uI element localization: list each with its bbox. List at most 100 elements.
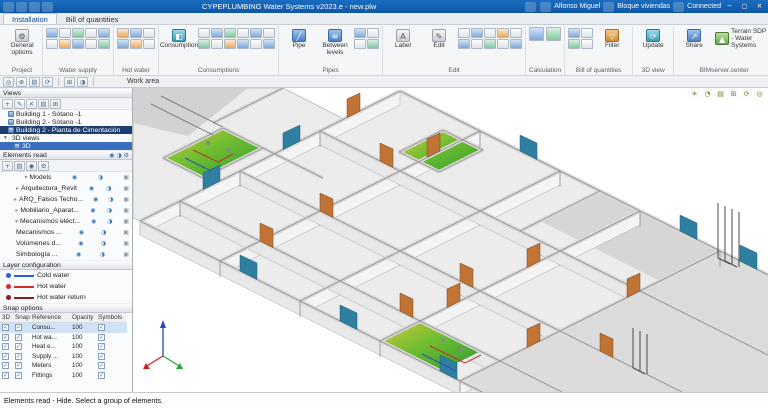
tool-icon[interactable] xyxy=(484,39,496,49)
tool-icon[interactable] xyxy=(250,28,262,38)
half-visibility-icon[interactable]: ◑ xyxy=(107,207,112,214)
tool-icon[interactable] xyxy=(98,28,110,38)
tool-icon[interactable] xyxy=(484,28,496,38)
consumption-button[interactable]: ◧ Consumption xyxy=(160,27,198,52)
checkbox-checked[interactable]: ✓ xyxy=(2,371,9,379)
tool-icon[interactable] xyxy=(354,28,366,38)
snap-snap-checkbox[interactable]: ✓ xyxy=(13,361,30,371)
project-name[interactable]: Bloque viviendas xyxy=(617,3,670,10)
chevron-right-icon[interactable]: ▸ xyxy=(15,207,18,214)
snap-snap-checkbox[interactable]: ✓ xyxy=(13,333,30,343)
snap-opacity[interactable]: 100 xyxy=(70,352,96,362)
save-icon[interactable] xyxy=(29,1,40,12)
project-icon[interactable] xyxy=(603,1,615,12)
view-item[interactable]: Building 2 - Sótano -1 xyxy=(0,118,132,126)
snap-3d-checkbox[interactable]: ✓ xyxy=(0,371,13,381)
tool-icon[interactable] xyxy=(510,39,522,49)
snap-snap-checkbox[interactable]: ✓ xyxy=(13,323,30,333)
snap-symbols-checkbox[interactable]: ✓ xyxy=(96,323,127,333)
refresh-icon[interactable]: ⟳ xyxy=(741,89,752,99)
checkbox-checked[interactable]: ✓ xyxy=(15,343,22,351)
checkbox-checked[interactable]: ✓ xyxy=(98,324,105,332)
tool-icon[interactable] xyxy=(497,28,509,38)
eye-icon[interactable]: ◉ xyxy=(109,152,114,159)
eye-icon[interactable]: ◉ xyxy=(93,196,98,203)
lock-icon[interactable]: ▣ xyxy=(123,207,129,214)
snap-symbols-checkbox[interactable]: ✓ xyxy=(96,342,127,352)
checkbox-checked[interactable]: ✓ xyxy=(98,371,105,379)
tool-icon[interactable] xyxy=(143,28,155,38)
tool-icon[interactable] xyxy=(211,39,223,49)
lock-icon[interactable]: ▣ xyxy=(123,229,129,236)
half-visibility-icon[interactable]: ◑ xyxy=(101,240,106,247)
tool-icon[interactable] xyxy=(85,39,97,49)
element-subitem[interactable]: Simbología ... ◉ ◑ ▣ xyxy=(0,249,132,260)
add-view-icon[interactable]: + xyxy=(2,98,13,109)
snap-symbols-checkbox[interactable]: ✓ xyxy=(96,371,127,381)
tool-icon[interactable] xyxy=(458,39,470,49)
chevron-down-icon[interactable]: ▾ xyxy=(24,174,27,181)
chevron-right-icon[interactable]: ▸ xyxy=(14,196,17,203)
column-header[interactable]: Reference xyxy=(30,313,70,323)
checkbox-checked[interactable]: ✓ xyxy=(2,333,9,341)
filter-button[interactable]: ▽ Filter xyxy=(595,27,629,52)
tab-bill-of-quantities[interactable]: Bill of quantities xyxy=(57,13,128,24)
checkbox-checked[interactable]: ✓ xyxy=(15,333,22,341)
tool-icon[interactable] xyxy=(46,39,58,49)
element-item[interactable]: ▸ Mobiliario_Aparat... ◉ ◑ ▣ xyxy=(0,205,132,216)
snap-symbols-checkbox[interactable]: ✓ xyxy=(96,352,127,362)
eye-icon[interactable]: ◉ xyxy=(79,229,84,236)
snap-opacity[interactable]: 100 xyxy=(70,323,96,333)
maximize-button[interactable]: ▢ xyxy=(738,1,751,12)
view-item-selected[interactable]: Building 2 - Planta de Cimentación xyxy=(0,126,132,134)
snap-reference[interactable]: Supply ... xyxy=(30,352,70,362)
layer-item-hot-water[interactable]: Hot water xyxy=(0,281,132,292)
views-window-icon[interactable]: ⊞ xyxy=(64,76,75,87)
target-icon[interactable]: ◎ xyxy=(754,89,765,99)
select-icon[interactable]: ◎ xyxy=(3,76,14,87)
elements-panel-header[interactable]: Elements read ◉ ◑ ⚙ xyxy=(0,150,132,160)
snap-snap-checkbox[interactable]: ✓ xyxy=(13,371,30,381)
calculate-icon[interactable] xyxy=(529,27,544,41)
tool-icon[interactable] xyxy=(471,28,483,38)
cube-icon[interactable]: ⊞ xyxy=(728,89,739,99)
tool-icon[interactable] xyxy=(130,28,142,38)
tool-icon[interactable] xyxy=(263,28,275,38)
views-panel-header[interactable]: Views xyxy=(0,88,132,98)
tool-icon[interactable] xyxy=(367,39,379,49)
snap-snap-checkbox[interactable]: ✓ xyxy=(13,342,30,352)
snap-reference[interactable]: Meters xyxy=(30,361,70,371)
snap-opacity[interactable]: 100 xyxy=(70,361,96,371)
snap-snap-checkbox[interactable]: ✓ xyxy=(13,352,30,362)
layers-icon[interactable]: ▤ xyxy=(14,160,25,171)
view-item[interactable]: Building 1 - Sótano -1 xyxy=(0,110,132,118)
column-header[interactable]: Symbols xyxy=(96,313,127,323)
lock-icon[interactable]: ▣ xyxy=(123,251,129,258)
chevron-down-icon[interactable]: ▾ xyxy=(15,218,18,225)
add-model-icon[interactable]: + xyxy=(2,160,13,171)
tool-icon[interactable] xyxy=(143,39,155,49)
view-item-3d-selected[interactable]: 3D xyxy=(0,142,132,150)
gear-icon[interactable]: ⚙ xyxy=(124,152,129,159)
tool-icon[interactable] xyxy=(458,28,470,38)
tool-icon[interactable] xyxy=(46,28,58,38)
eye-icon[interactable]: ◉ xyxy=(78,240,83,247)
snap-3d-checkbox[interactable]: ✓ xyxy=(0,361,13,371)
snap-symbols-checkbox[interactable]: ✓ xyxy=(96,333,127,343)
tool-icon[interactable] xyxy=(250,39,262,49)
half-visibility-icon[interactable]: ◑ xyxy=(116,152,121,159)
snap-opacity[interactable]: 100 xyxy=(70,342,96,352)
element-item[interactable]: ▾ Mecanismos eléct... ◉ ◑ ▣ xyxy=(0,216,132,227)
half-visibility-icon[interactable]: ◑ xyxy=(98,174,103,181)
general-options-button[interactable]: ⚙ General options xyxy=(5,27,39,59)
minimize-button[interactable]: ─ xyxy=(723,1,736,12)
user-name[interactable]: Alfonso Miguel xyxy=(554,3,600,10)
tool-icon[interactable] xyxy=(211,28,223,38)
notifications-icon[interactable] xyxy=(525,1,537,12)
snap-reference[interactable]: Hot wa... xyxy=(30,333,70,343)
snap-reference[interactable]: Fittings xyxy=(30,371,70,381)
snap-symbols-checkbox[interactable]: ✓ xyxy=(96,361,127,371)
3d-viewport[interactable]: ☀ ◔ ▤ ⊞ ⟳ ◎ xyxy=(133,88,768,392)
lock-icon[interactable]: ▣ xyxy=(123,174,129,181)
share-button[interactable]: ↗ Share xyxy=(677,27,711,52)
